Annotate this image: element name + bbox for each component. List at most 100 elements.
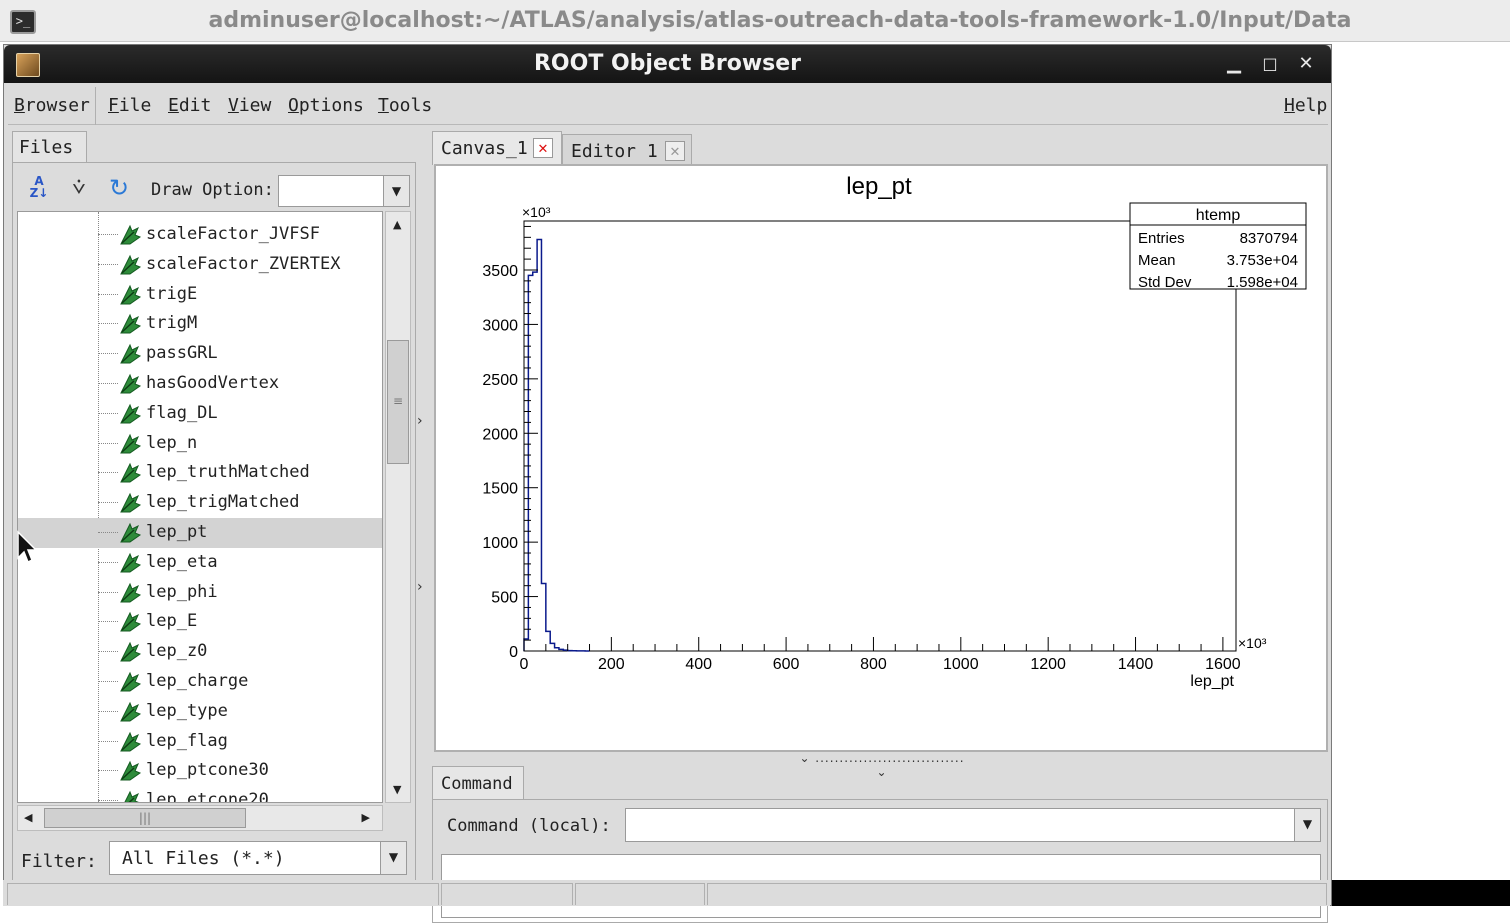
file-browser-panel: Files A Z↓ ⩒ ↻ Draw Option: ▼ scaleFactor… xyxy=(12,131,416,883)
tree-item[interactable]: lep_eta xyxy=(18,548,382,578)
tree-item[interactable]: lep_E xyxy=(18,607,382,637)
splitter-arrow-icon[interactable]: › xyxy=(417,413,423,429)
x-tick-label: 1200 xyxy=(1030,656,1066,673)
tree-connector xyxy=(98,621,118,623)
tree-item-label: lep_trigMatched xyxy=(146,492,300,513)
scroll-down-icon[interactable]: ▼ xyxy=(393,783,401,796)
tree-item[interactable]: hasGoodVertex xyxy=(18,369,382,399)
minimize-icon[interactable]: ▁ xyxy=(1223,53,1245,75)
menu-file[interactable]: File xyxy=(108,95,151,116)
tree-item-label: lep_n xyxy=(146,432,198,453)
splitter-arrow-icon[interactable]: › xyxy=(417,579,423,595)
filter-label: Filter: xyxy=(21,851,97,872)
terminal-icon[interactable]: >_ xyxy=(10,10,36,34)
tree-item[interactable]: lep_etcone20 xyxy=(18,786,382,803)
stats-value: 3.753e+04 xyxy=(1227,252,1298,269)
filter-select[interactable]: All Files (*.*) ▼ xyxy=(109,841,407,875)
y-tick-label: 1500 xyxy=(482,481,518,498)
tree-item[interactable]: passGRL xyxy=(18,339,382,369)
chevron-down-icon[interactable]: ▼ xyxy=(1294,809,1320,841)
tree-connector xyxy=(98,383,118,384)
histogram-plot[interactable]: lep_pt 0 200 400 600 800 1000 1200 1400 1600 0 500 1… xyxy=(436,166,1326,750)
tree-item[interactable]: lep_phi xyxy=(18,578,382,608)
tree-connector xyxy=(98,442,118,444)
tree-item[interactable]: lep_ptcone30 xyxy=(18,756,382,786)
menu-options[interactable]: Options xyxy=(288,95,364,116)
tree-item[interactable]: lep_type xyxy=(18,697,382,727)
menu-view[interactable]: View xyxy=(228,95,271,116)
tree-item[interactable]: lep_pt xyxy=(18,518,382,548)
menu-edit[interactable]: Edit xyxy=(168,95,211,116)
scroll-up-icon[interactable]: ▲ xyxy=(393,218,401,231)
terminal-content-area xyxy=(1330,84,1510,880)
x-exponent-label: ×10³ xyxy=(1238,635,1267,651)
tree-item[interactable]: lep_charge xyxy=(18,667,382,697)
tree-item-label: flag_DL xyxy=(146,402,218,423)
chevron-down-icon[interactable]: ▼ xyxy=(383,176,409,206)
terminal-bottom-strip xyxy=(1330,880,1510,906)
leaf-icon xyxy=(118,342,142,366)
tree-item[interactable]: trigE xyxy=(18,280,382,310)
tree-item-label: lep_etcone20 xyxy=(146,790,269,803)
tree-item-label: trigM xyxy=(146,313,198,334)
menu-tools[interactable]: Tools xyxy=(378,95,432,116)
leaf-icon xyxy=(118,610,142,634)
tree-item[interactable]: lep_flag xyxy=(18,727,382,757)
tree-item[interactable]: trigM xyxy=(18,309,382,339)
menu-help[interactable]: Help xyxy=(1284,95,1327,116)
refresh-icon[interactable]: ↻ xyxy=(105,175,133,201)
tree-vertical-scrollbar[interactable]: ▲ ≡ ▼ xyxy=(385,211,411,803)
tree-item-label: lep_type xyxy=(146,700,228,721)
close-tab-icon[interactable]: ✕ xyxy=(665,141,685,161)
leaf-icon xyxy=(118,312,142,336)
tree-horizontal-scrollbar[interactable]: ◀ ||| ▶ xyxy=(17,805,383,831)
sort-az-icon[interactable]: A Z↓ xyxy=(25,175,53,201)
draw-option-select[interactable]: ▼ xyxy=(278,175,410,207)
status-cell xyxy=(7,883,439,905)
tree-item-label: hasGoodVertex xyxy=(146,373,280,393)
command-input[interactable]: ▼ xyxy=(625,808,1321,842)
tree-item[interactable]: lep_n xyxy=(18,429,382,459)
x-tick-label: 200 xyxy=(598,656,625,673)
scroll-right-icon[interactable]: ▶ xyxy=(362,811,370,824)
tree-item[interactable]: flag_DL xyxy=(18,399,382,429)
pane-splitter[interactable]: ⌄ ............................... ⌄ xyxy=(794,751,970,779)
tree-connector xyxy=(98,353,118,355)
tree-item-label: lep_charge xyxy=(146,671,249,691)
tree-connector xyxy=(98,472,118,474)
tab-editor-label: Editor 1 xyxy=(571,141,658,162)
tree-item[interactable]: lep_trigMatched xyxy=(18,488,382,518)
tree-item[interactable]: scaleFactor_ZVERTEX xyxy=(18,250,382,280)
scroll-left-icon[interactable]: ◀ xyxy=(24,811,32,824)
tree-connector xyxy=(98,323,118,325)
window-title: ROOT Object Browser xyxy=(533,51,802,76)
scrollbar-thumb[interactable]: ||| xyxy=(44,808,246,828)
tab-files[interactable]: Files xyxy=(12,131,87,163)
scrollbar-thumb[interactable]: ≡ xyxy=(387,340,409,464)
chevron-down-icon[interactable]: ▼ xyxy=(380,842,406,874)
window-titlebar[interactable]: ROOT Object Browser ▁ □ ✕ xyxy=(4,45,1331,83)
maximize-icon[interactable]: □ xyxy=(1259,53,1281,75)
status-bar xyxy=(3,880,1330,906)
tree-item[interactable]: scaleFactor_JVFSF xyxy=(18,220,382,250)
tree-item-label: lep_truthMatched xyxy=(146,462,310,483)
file-tree[interactable]: scaleFactor_JVFSF scaleFactor_ZVERTEXtrig… xyxy=(17,211,383,803)
close-tab-icon[interactable]: ✕ xyxy=(533,138,553,158)
tree-item[interactable]: lep_truthMatched xyxy=(18,458,382,488)
tree-item[interactable]: lep_z0 xyxy=(18,637,382,667)
x-tick-label: 1000 xyxy=(943,656,979,673)
filter-icon[interactable]: ⩒ xyxy=(65,175,93,201)
file-browser-body: A Z↓ ⩒ ↻ Draw Option: ▼ scaleFactor_JVFSF… xyxy=(12,162,416,883)
tab-canvas-1[interactable]: Canvas_1 ✕ xyxy=(432,131,562,165)
root-canvas[interactable]: lep_pt 0 200 400 600 800 1000 1200 1400 1600 0 500 1… xyxy=(434,164,1328,752)
stats-label: Std Dev xyxy=(1138,274,1192,291)
tree-item-label: trigE xyxy=(146,283,198,304)
terminal-titlebar: >_ adminuser@localhost:~/ATLAS/analysis/… xyxy=(0,0,1510,42)
close-icon[interactable]: ✕ xyxy=(1295,53,1317,75)
menu-browser[interactable]: Browser xyxy=(14,95,90,116)
leaf-icon xyxy=(118,223,142,247)
tab-editor-1[interactable]: Editor 1 ✕ xyxy=(562,134,692,168)
y-tick-label: 3000 xyxy=(482,317,518,334)
tab-command[interactable]: Command xyxy=(432,766,524,800)
tree-item-label: scaleFactor_ZVERTEX xyxy=(146,253,341,274)
